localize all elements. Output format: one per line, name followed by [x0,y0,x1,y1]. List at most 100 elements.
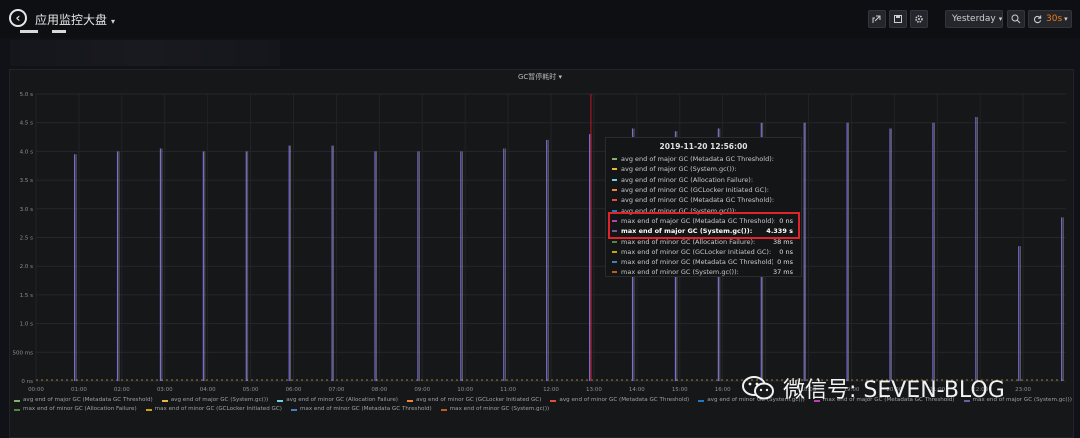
y-tick-label: 4.0 s [20,149,33,155]
legend-label: avg end of major GC (System.gc()) [170,397,269,403]
legend-label: avg end of minor GC (Allocation Failure) [286,397,398,403]
legend-label: avg end of minor GC (Metadata GC Thresho… [559,397,690,403]
legend-item[interactable]: max end of minor GC (Metadata GC Thresho… [290,405,432,414]
x-tick-label: 12:00 [543,387,559,393]
tooltip-series-label: avg end of major GC (System.gc()): [621,165,737,174]
legend-label: avg end of minor GC (GCLocker Initiated … [415,397,542,403]
series-color-swatch [612,219,617,222]
legend-item[interactable]: max end of minor GC (GCLocker Initiated … [145,405,282,414]
legend-item[interactable]: avg end of major GC (Metadata GC Thresho… [14,396,153,405]
series-color-swatch [612,178,617,181]
legend-label: max end of minor GC (GCLocker Initiated … [154,406,282,412]
tooltip-series-value: 0 ms [777,258,793,267]
series-color-swatch [612,271,617,274]
series-color-swatch [612,199,617,202]
x-tick-label: 03:00 [157,387,173,393]
legend-item[interactable]: avg end of minor GC (Metadata GC Thresho… [550,396,689,405]
tooltip-series-label: max end of minor GC (GCLocker Initiated … [621,247,772,256]
x-tick-label: 16:00 [715,387,731,393]
legend-color-swatch [14,408,20,411]
legend-color-swatch [406,399,413,402]
y-tick-label: 2.5 s [20,236,33,242]
tooltip-row: avg end of major GC (System.gc()): [606,164,801,174]
series-color-swatch [612,230,617,233]
tooltip-series-label: max end of minor GC (System.gc()): [621,268,739,277]
y-tick-label: 2.0 s [20,264,33,270]
tooltip-row: avg end of major GC (Metadata GC Thresho… [606,154,801,164]
x-tick-label: 05:00 [243,387,259,393]
tooltip-row: max end of minor GC (Metadata GC Thresho… [606,257,801,267]
x-tick-label: 07:00 [328,387,344,393]
x-tick-label: 09:00 [414,387,430,393]
tooltip-series-value: 0 ns [779,216,793,225]
series-color-swatch [612,240,617,243]
y-tick-label: 1.5 s [20,293,33,299]
tooltip-row: max end of major GC (System.gc()): 4.339 … [606,226,801,236]
legend-label: max end of minor GC (Allocation Failure) [23,406,137,412]
tooltip-time: 2019-11-20 12:56:00 [659,142,748,151]
tooltip-series-value: 38 ms [772,237,793,246]
x-tick-label: 13:00 [586,387,602,393]
y-tick-label: 3.5 s [20,178,33,184]
legend-color-swatch [290,408,297,411]
series-color-swatch [612,261,617,264]
tooltip-series-label: avg end of minor GC (System.gc()): [621,206,737,215]
tooltip-series-value: 4.339 s [766,227,793,236]
watermark: 微信号: SEVEN-BLOG [741,371,1005,405]
tooltip-row: avg end of minor GC (Allocation Failure)… [606,175,801,185]
series-color-swatch [612,168,617,171]
legend-color-swatch [550,399,557,402]
tooltip-series-label: max end of minor GC (Allocation Failure)… [621,237,756,246]
tooltip-row: max end of major GC (Metadata GC Thresho… [606,216,801,226]
legend-color-swatch [277,399,284,402]
legend-color-swatch [698,399,705,402]
tooltip-series-value: 37 ms [772,268,793,277]
x-tick-label: 15:00 [672,387,688,393]
y-tick-label: 5.0 s [20,92,33,98]
legend-label: max end of minor GC (Metadata GC Thresho… [299,406,432,412]
x-tick-label: 06:00 [286,387,302,393]
x-tick-label: 02:00 [114,387,130,393]
x-tick-label: 04:00 [200,387,216,393]
y-tick-label: 4.5 s [20,121,33,127]
series-color-swatch [612,189,617,192]
legend-item[interactable]: avg end of minor GC (Allocation Failure) [277,396,398,405]
y-tick-label: 500 ms [13,350,34,356]
tooltip-series-label: avg end of major GC (Metadata GC Thresho… [621,155,774,164]
series-color-swatch [612,209,617,212]
wechat-icon [742,376,774,400]
legend-color-swatch [14,399,20,402]
legend-label: avg end of major GC (Metadata GC Thresho… [23,397,153,403]
tooltip-series-label: avg end of minor GC (Metadata GC Thresho… [621,196,775,205]
legend-line: max end of minor GC (Allocation Failure)… [14,405,1074,414]
series-color-swatch [612,250,617,253]
tooltip-row: max end of minor GC (System.gc()): 37 ms [606,267,801,277]
tooltip-series-label: avg end of minor GC (Allocation Failure)… [621,175,754,184]
graph-tooltip: 2019-11-20 12:56:00 avg end of major GC … [605,137,802,277]
legend-label: max end of minor GC (System.gc()) [449,406,550,412]
tooltip-row: max end of minor GC (GCLocker Initiated … [606,247,801,257]
tooltip-series-label: avg end of minor GC (GCLocker Initiated … [621,186,769,195]
y-tick-label: 0 ns [21,379,33,385]
y-tick-label: 1.0 s [20,322,33,328]
y-tick-label: 3.0 s [20,207,33,213]
legend-item[interactable]: avg end of major GC (System.gc()) [161,396,269,405]
x-tick-label: 10:00 [457,387,473,393]
tooltip-row: max end of minor GC (Allocation Failure)… [606,236,801,246]
tooltip-series-label: max end of major GC (System.gc()): [621,227,753,236]
legend-color-swatch [440,408,447,411]
legend-item[interactable]: max end of minor GC (System.gc()) [440,405,550,414]
x-tick-label: 23:00 [1015,387,1031,393]
legend-item[interactable]: avg end of minor GC (GCLocker Initiated … [406,396,542,405]
x-tick-label: 01:00 [71,387,87,393]
tooltip-row: avg end of minor GC (GCLocker Initiated … [606,185,801,195]
series-color-swatch [612,158,617,161]
legend-item[interactable]: max end of minor GC (Allocation Failure) [14,405,137,414]
tooltip-row: avg end of minor GC (Metadata GC Thresho… [606,195,801,205]
tooltip-series-label: max end of major GC (Metadata GC Thresho… [621,216,776,225]
x-tick-label: 11:00 [500,387,516,393]
legend-color-swatch [145,408,152,411]
tooltip-series-value: 0 ns [779,247,793,256]
tooltip-row: avg end of minor GC (System.gc()): [606,205,801,215]
x-tick-label: 08:00 [371,387,387,393]
